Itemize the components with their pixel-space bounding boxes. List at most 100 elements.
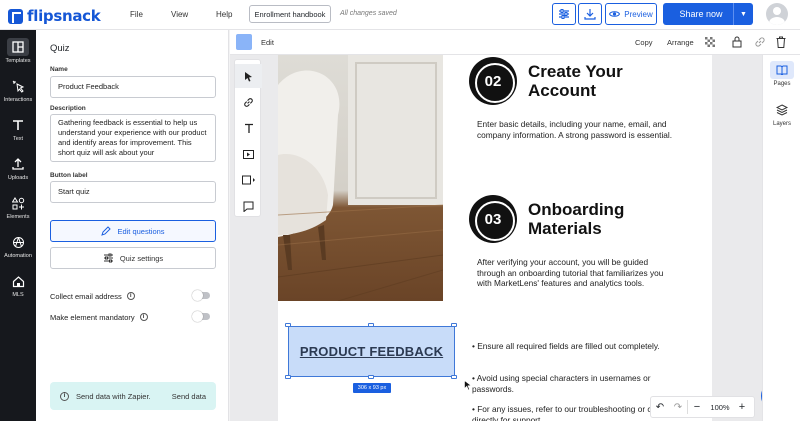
rail-label: Automation [4,253,32,259]
video-tool[interactable] [235,142,262,166]
step2-body[interactable]: Enter basic details, including your name… [477,119,677,140]
share-button[interactable]: Share now ▼ [663,3,753,25]
document-name-button[interactable]: Enrollment handbook [249,5,331,23]
panel-title: Quiz [50,43,70,54]
send-data-link[interactable]: Send data [172,392,206,401]
resize-handle[interactable] [285,323,291,327]
layout-icon [7,38,29,56]
shape-tool[interactable] [235,168,262,192]
name-field[interactable]: Product Feedback [50,76,216,98]
armchair-illustration [278,55,444,302]
pages-label: Pages [773,81,791,87]
step3-title[interactable]: Onboarding Materials [528,200,624,238]
download-icon [584,9,596,20]
edit-questions-label: Edit questions [117,226,165,236]
undo-icon[interactable]: ↶ [651,402,669,413]
rail-item-elements[interactable]: Elements [0,188,36,226]
product-feedback-label: PRODUCT FEEDBACK [299,344,444,359]
edit-button[interactable]: Edit [261,38,274,47]
save-status: All changes saved [340,10,397,17]
text-icon [7,116,29,134]
step3-body[interactable]: After verifying your account, you will b… [477,257,677,289]
armchair-photo[interactable] [278,55,444,302]
info-icon[interactable]: i [139,313,148,321]
rail-label: Text [12,136,24,142]
rail-item-mls[interactable]: MLS [0,266,36,304]
trash-icon[interactable] [776,36,786,48]
zoom-in-button[interactable]: + [734,401,750,413]
collect-email-label: Collect email address [50,291,122,301]
mouse-cursor-icon [464,380,472,391]
quiz-settings-label: Quiz settings [119,253,164,263]
zoom-value[interactable]: 100% [706,403,734,412]
text-tool[interactable] [235,116,262,140]
button-label-field[interactable]: Start quiz [50,181,216,203]
step2-title-line2: Account [528,81,596,100]
resize-handle[interactable] [451,323,457,327]
name-label: Name [50,66,68,73]
redo-icon[interactable]: ↷ [669,402,687,413]
settings-sliders-button[interactable] [552,3,576,25]
step2-title-line1: Create Your [528,62,623,81]
step3-title-line2: Materials [528,219,602,238]
rail-item-layers[interactable]: Layers [763,101,800,127]
transparency-icon[interactable] [705,37,715,47]
mandatory-toggle[interactable] [192,311,210,322]
collect-email-toggle[interactable] [192,290,210,301]
edit-questions-button[interactable]: Edit questions [50,220,216,242]
rail-item-pages[interactable]: Pages [763,61,800,87]
cursor-icon [244,71,252,81]
rail-item-templates[interactable]: Templates [0,32,36,70]
rail-item-automation[interactable]: Automation [0,227,36,265]
bullet-item[interactable]: • Avoid using special characters in user… [472,373,692,394]
zoom-out-button[interactable]: − [688,401,706,413]
rail-label: MLS [12,292,24,298]
preview-label: Preview [624,9,653,19]
brand-name: flipsnack [27,7,101,25]
rail-item-uploads[interactable]: Uploads [0,149,36,187]
resize-handle[interactable] [368,375,374,379]
info-icon[interactable]: i [126,292,135,300]
copy-button[interactable]: Copy [635,38,653,47]
sliders-icon [103,253,113,263]
step-number-02: 02 [469,57,517,105]
select-tool[interactable] [235,64,262,88]
link-tool[interactable] [235,90,262,114]
product-feedback-quiz-button[interactable]: PRODUCT FEEDBACK [288,326,455,377]
cursor-click-icon [7,77,29,95]
arrange-button[interactable]: Arrange [667,38,694,47]
button-label-label: Button label [50,172,88,179]
zoom-controls: ↶ ↷ − 100% + [650,396,755,418]
preview-button[interactable]: Preview [605,3,657,25]
lock-icon[interactable] [732,36,742,48]
download-button[interactable] [578,3,602,25]
menu-help[interactable]: Help [216,10,232,19]
rail-label: Uploads [7,175,29,181]
square-icon [241,175,255,185]
resize-handle[interactable] [451,375,457,379]
rail-item-text[interactable]: Text [0,110,36,148]
resize-handle[interactable] [285,375,291,379]
book-icon [770,61,794,79]
rail-item-interactions[interactable]: Interactions [0,71,36,109]
upload-icon [7,155,29,173]
share-label: Share now [679,9,723,19]
bullet-item[interactable]: • Ensure all required fields are filled … [472,341,692,352]
editor-toolbar: Edit Copy Arrange [230,30,800,55]
description-label: Description [50,105,86,112]
color-swatch[interactable] [236,34,252,50]
link-icon[interactable] [754,36,766,48]
chevron-down-icon[interactable]: ▼ [733,3,753,25]
quiz-settings-button[interactable]: Quiz settings [50,247,216,269]
canvas-area[interactable]: 02 Create Your Account Enter basic detai… [230,55,762,421]
avatar[interactable] [766,3,788,25]
description-field[interactable]: Gathering feedback is essential to help … [50,114,216,162]
logo[interactable]: flipsnack [8,7,101,25]
comment-tool[interactable] [235,194,262,218]
step2-title[interactable]: Create Your Account [528,62,623,100]
link-icon [244,97,253,107]
resize-handle[interactable] [368,323,374,327]
menu-file[interactable]: File [130,10,143,19]
menu-view[interactable]: View [171,10,188,19]
flipbook-page[interactable]: 02 Create Your Account Enter basic detai… [278,55,712,421]
